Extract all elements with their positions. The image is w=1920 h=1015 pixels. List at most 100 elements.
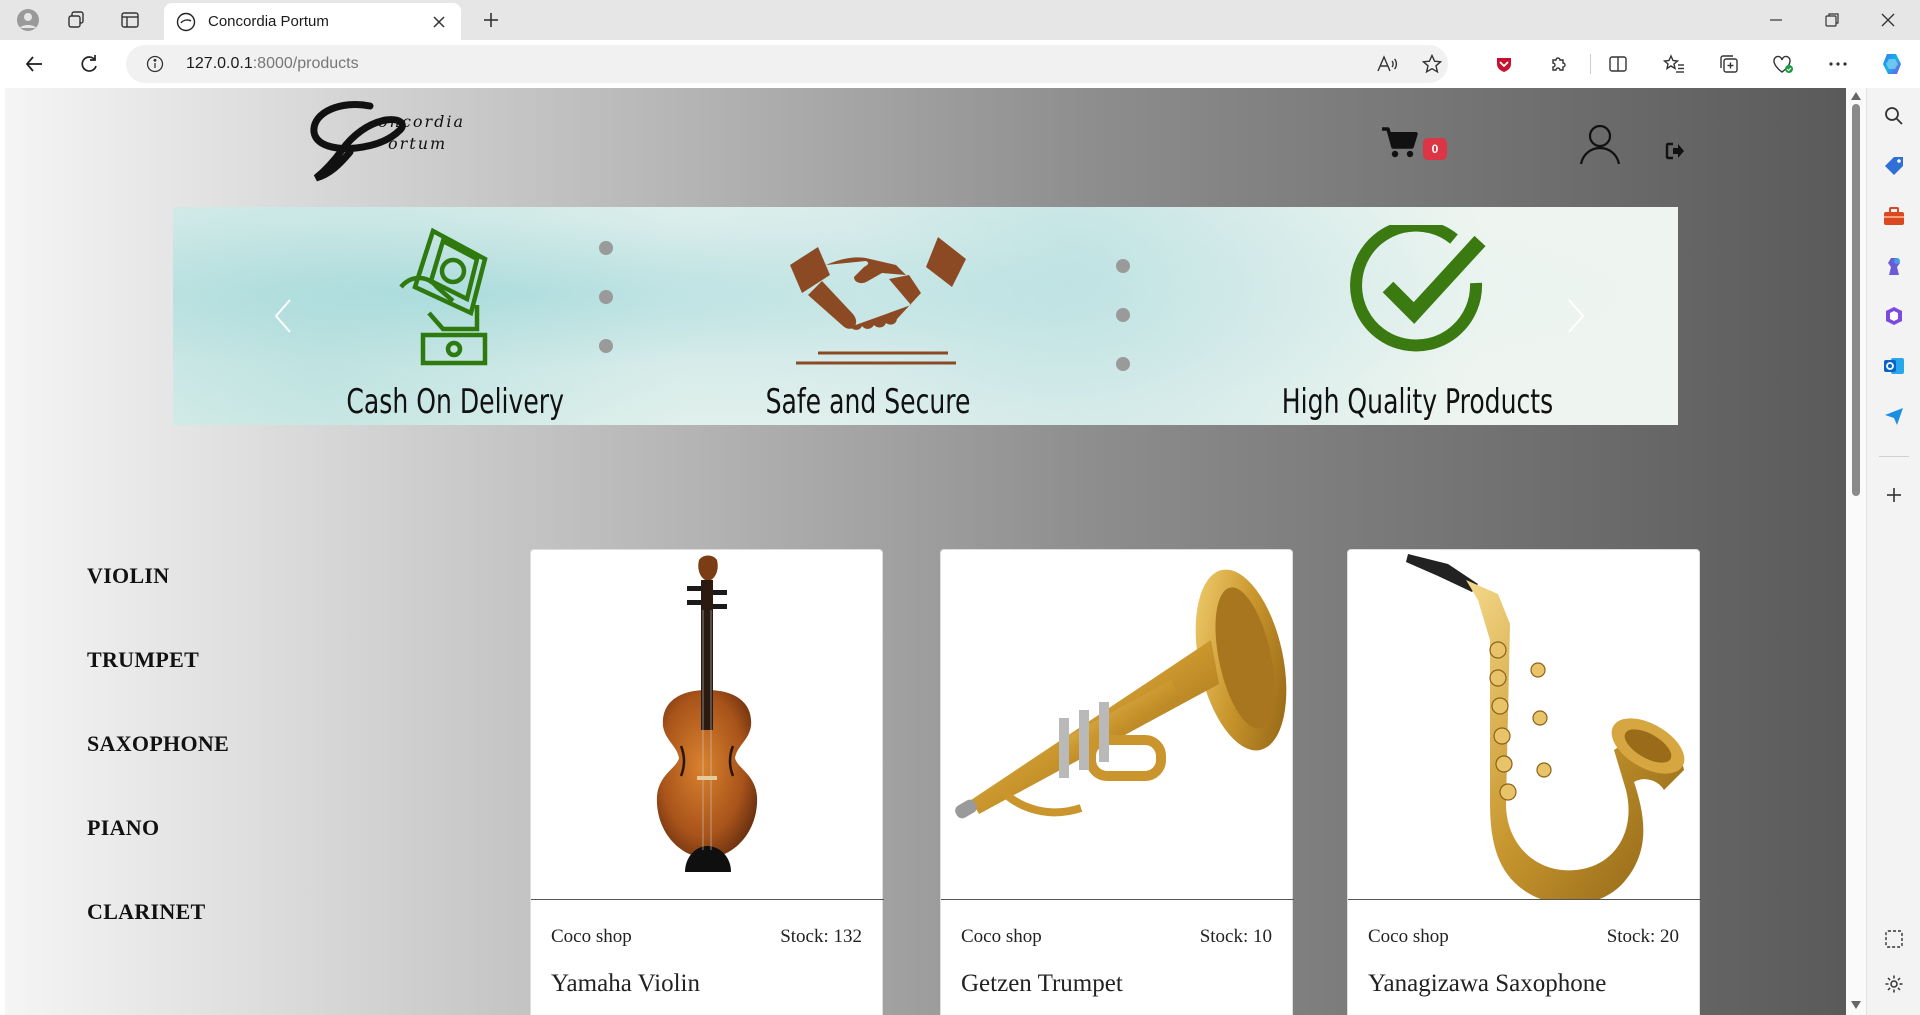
extensions-icon[interactable] bbox=[1544, 49, 1574, 79]
browser-essentials-icon[interactable] bbox=[1768, 49, 1798, 79]
mcafee-extension-icon[interactable] bbox=[1489, 49, 1519, 79]
tools-icon[interactable] bbox=[1880, 202, 1908, 230]
product-name[interactable]: Yamaha Violin bbox=[551, 970, 700, 998]
search-icon[interactable] bbox=[1880, 102, 1908, 130]
category-link-clarinet[interactable]: CLARINET bbox=[87, 899, 229, 983]
product-shop-name: Coco shop bbox=[961, 926, 1042, 947]
close-tab-icon[interactable] bbox=[429, 12, 449, 32]
toolbar-divider bbox=[1590, 54, 1591, 74]
carousel-dots-left bbox=[599, 241, 613, 388]
stock-label: Stock: bbox=[1199, 926, 1249, 947]
product-card[interactable]: Coco shop Stock: 132 Yamaha Violin bbox=[530, 549, 884, 1015]
restore-icon[interactable] bbox=[1804, 0, 1860, 40]
url-text: 127.0.0.1:8000/products bbox=[186, 55, 359, 73]
carousel-dot[interactable] bbox=[599, 290, 613, 304]
favorites-icon[interactable] bbox=[1659, 49, 1689, 79]
copilot-icon[interactable] bbox=[1877, 49, 1907, 79]
close-window-icon[interactable] bbox=[1860, 0, 1916, 40]
violin-image bbox=[656, 555, 758, 872]
logo-text-line1: oncordia bbox=[378, 112, 466, 131]
browser-tab-bar: Concordia Portum bbox=[0, 0, 1920, 40]
logo-text-line2: ortum bbox=[388, 134, 448, 153]
feature-carousel: Cash On Delivery Safe and Secure High Qu… bbox=[173, 207, 1678, 425]
scroll-thumb[interactable] bbox=[1852, 104, 1860, 496]
scroll-down-icon[interactable] bbox=[1851, 1001, 1861, 1009]
more-options-icon[interactable] bbox=[1823, 49, 1853, 79]
favorite-star-icon[interactable] bbox=[1421, 53, 1443, 79]
carousel-dot[interactable] bbox=[1116, 308, 1130, 322]
stock-label: Stock: bbox=[780, 926, 829, 947]
browser-toolbar: 127.0.0.1:8000/products bbox=[0, 40, 1920, 88]
new-tab-button[interactable] bbox=[475, 6, 507, 34]
shopping-tag-icon[interactable] bbox=[1880, 152, 1908, 180]
product-stock: Stock: 10 bbox=[1200, 926, 1272, 948]
shopping-cart-icon bbox=[1382, 127, 1418, 158]
category-link-trumpet[interactable]: TRUMPET bbox=[87, 647, 229, 731]
handshake-icon bbox=[790, 237, 966, 365]
carousel-dot[interactable] bbox=[1116, 259, 1130, 273]
sidebar-divider bbox=[1879, 456, 1909, 457]
logout-button[interactable] bbox=[1665, 142, 1687, 164]
collections-icon[interactable] bbox=[1714, 49, 1744, 79]
category-link-saxophone[interactable]: SAXOPHONE bbox=[87, 731, 229, 815]
site-info-icon[interactable] bbox=[146, 55, 164, 78]
url-host: 127.0.0.1 bbox=[186, 55, 253, 72]
screenshot-icon[interactable] bbox=[1880, 925, 1908, 953]
saxophone-image bbox=[1406, 554, 1685, 899]
read-aloud-icon[interactable] bbox=[1376, 54, 1398, 79]
page-scrollbar[interactable] bbox=[1846, 88, 1866, 1015]
category-list: VIOLIN TRUMPET SAXOPHONE PIANO CLARINET bbox=[87, 563, 229, 983]
microsoft-365-icon[interactable] bbox=[1880, 302, 1908, 330]
user-icon bbox=[1579, 124, 1621, 165]
send-icon[interactable] bbox=[1880, 402, 1908, 430]
carousel-dot[interactable] bbox=[599, 339, 613, 353]
feature-label: Safe and Secure bbox=[765, 382, 971, 422]
edge-sidebar bbox=[1866, 88, 1920, 1015]
product-name[interactable]: Yanagizawa Saxophone bbox=[1368, 970, 1606, 998]
feature-label: High Quality Products bbox=[1281, 382, 1554, 422]
address-bar[interactable]: 127.0.0.1:8000/products bbox=[126, 45, 1448, 83]
carousel-dot[interactable] bbox=[599, 241, 613, 255]
feature-label: Cash On Delivery bbox=[346, 382, 564, 422]
outlook-icon[interactable] bbox=[1880, 352, 1908, 380]
carousel-dot[interactable] bbox=[1116, 357, 1130, 371]
trumpet-image bbox=[955, 569, 1287, 819]
product-stock: Stock: 20 bbox=[1607, 926, 1679, 948]
feature-safe-and-secure: Safe and Secure bbox=[733, 207, 1003, 425]
stock-value: 10 bbox=[1253, 926, 1272, 947]
games-icon[interactable] bbox=[1880, 252, 1908, 280]
cart-button[interactable] bbox=[1381, 126, 1421, 162]
scroll-up-icon[interactable] bbox=[1851, 92, 1861, 100]
product-image-violin[interactable] bbox=[531, 550, 884, 900]
workspaces-icon[interactable] bbox=[62, 6, 90, 34]
stock-value: 132 bbox=[833, 926, 863, 947]
settings-gear-icon[interactable] bbox=[1880, 970, 1908, 998]
user-account-button[interactable] bbox=[1578, 122, 1622, 166]
carousel-dots-right bbox=[1116, 259, 1130, 406]
refresh-icon[interactable] bbox=[73, 48, 105, 80]
profile-icon[interactable] bbox=[14, 6, 42, 34]
carousel-prev-icon[interactable] bbox=[268, 295, 298, 337]
product-name[interactable]: Getzen Trumpet bbox=[961, 970, 1123, 998]
category-link-violin[interactable]: VIOLIN bbox=[87, 563, 229, 647]
product-image-trumpet[interactable] bbox=[941, 550, 1294, 900]
product-image-saxophone[interactable] bbox=[1348, 550, 1701, 900]
site-logo[interactable]: oncordia ortum bbox=[302, 98, 482, 186]
vertical-tabs-icon[interactable] bbox=[116, 6, 144, 34]
product-stock: Stock: 132 bbox=[780, 926, 862, 948]
url-path: :8000/products bbox=[252, 55, 359, 72]
product-card[interactable]: Coco shop Stock: 10 Getzen Trumpet bbox=[940, 549, 1294, 1015]
stock-label: Stock: bbox=[1606, 926, 1656, 947]
split-screen-icon[interactable] bbox=[1603, 49, 1633, 79]
category-link-piano[interactable]: PIANO bbox=[87, 815, 229, 899]
cart-count-badge: 0 bbox=[1423, 138, 1447, 160]
page-content: oncordia ortum 0 Cash On Delivery Safe a… bbox=[5, 88, 1846, 1015]
product-shop-name: Coco shop bbox=[1368, 926, 1449, 947]
product-card[interactable]: Coco shop Stock: 20 Yanagizawa Saxophone bbox=[1347, 549, 1701, 1015]
checkmark-icon bbox=[1350, 225, 1486, 352]
back-icon[interactable] bbox=[18, 48, 50, 80]
tab-concordia-portum[interactable]: Concordia Portum bbox=[164, 3, 461, 40]
add-icon[interactable] bbox=[1880, 481, 1908, 509]
minimize-icon[interactable] bbox=[1748, 0, 1804, 40]
feature-cash-on-delivery: Cash On Delivery bbox=[323, 207, 583, 425]
